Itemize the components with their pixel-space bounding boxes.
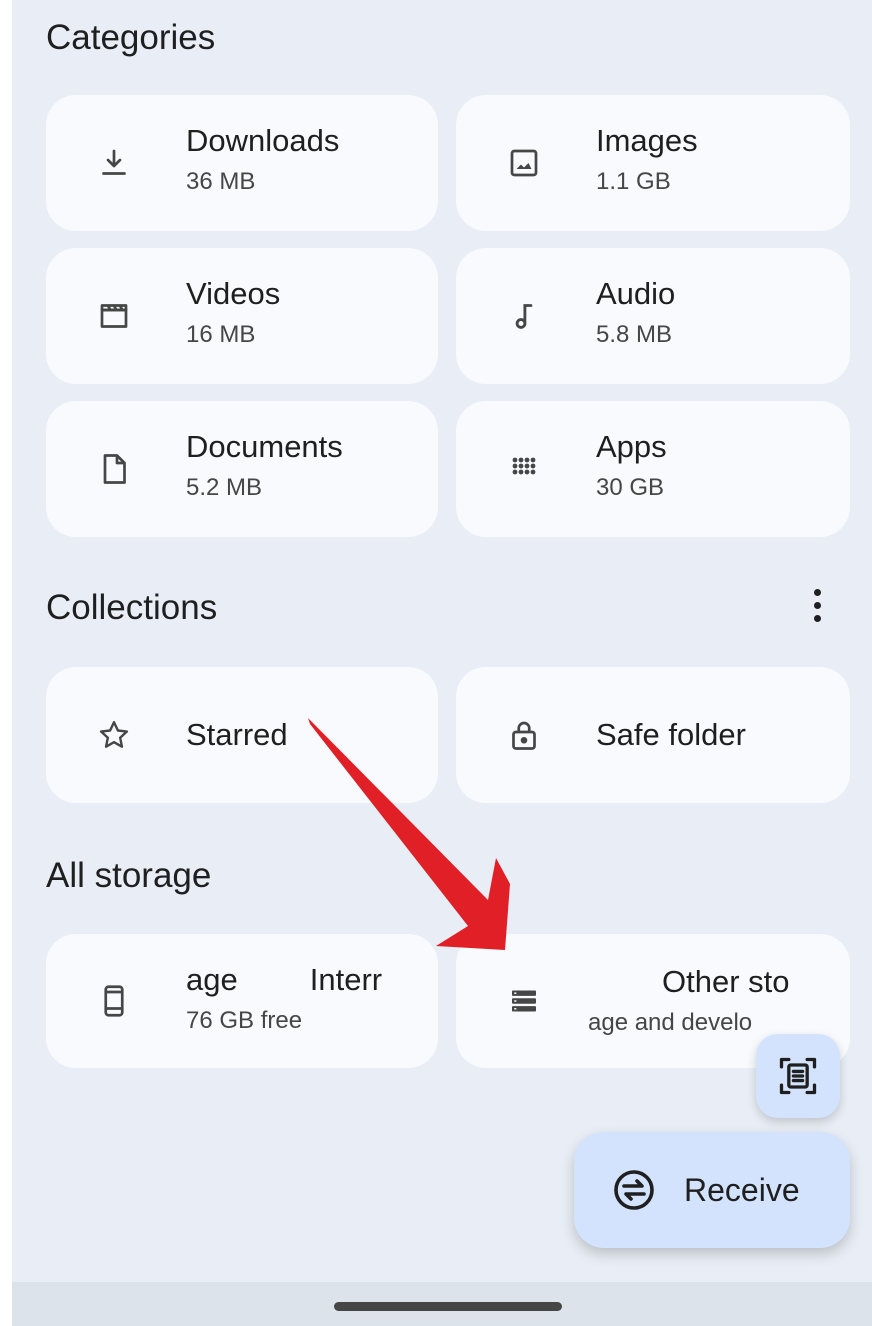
- category-label: Images: [596, 123, 698, 158]
- storage-label: age Interr: [186, 962, 426, 998]
- storage-sub: age and develo: [588, 1009, 753, 1036]
- storage-list-icon: [504, 981, 544, 1021]
- dot: [813, 588, 821, 596]
- collection-starred[interactable]: Starred: [46, 667, 438, 803]
- category-apps[interactable]: Apps 30 GB: [456, 401, 850, 537]
- home-gesture-handle[interactable]: [334, 1302, 562, 1311]
- categories-title: Categories: [46, 18, 216, 57]
- category-label: Videos: [186, 276, 281, 311]
- phone-icon: [94, 981, 134, 1021]
- all-storage-title: All storage: [46, 856, 212, 895]
- storage-label-part: Interr: [309, 962, 383, 997]
- category-videos[interactable]: Videos 16 MB: [46, 248, 438, 384]
- dot: [813, 614, 821, 622]
- download-icon: [94, 143, 134, 183]
- storage-label: Other sto: [662, 964, 790, 999]
- lock-icon: [504, 715, 544, 755]
- star-icon: [94, 715, 134, 755]
- category-size: 36 MB: [186, 168, 256, 195]
- scan-document-button[interactable]: [756, 1034, 840, 1118]
- dot: [813, 601, 821, 609]
- apps-grid-icon: [504, 449, 544, 489]
- music-note-icon: [504, 296, 544, 336]
- storage-free: 76 GB free: [186, 1007, 303, 1034]
- document-scan-icon: [776, 1054, 820, 1098]
- video-icon: [94, 296, 134, 336]
- category-size: 5.2 MB: [186, 474, 263, 501]
- storage-label-part: age: [186, 962, 238, 997]
- more-options-button[interactable]: [802, 580, 832, 630]
- swap-circle-icon: [610, 1166, 658, 1214]
- category-audio[interactable]: Audio 5.8 MB: [456, 248, 850, 384]
- category-size: 30 GB: [596, 474, 665, 501]
- category-documents[interactable]: Documents 5.2 MB: [46, 401, 438, 537]
- collection-label: Starred: [186, 717, 288, 752]
- category-size: 16 MB: [186, 321, 256, 348]
- category-size: 1.1 GB: [596, 168, 671, 195]
- category-label: Downloads: [186, 123, 340, 158]
- collection-safe-folder[interactable]: Safe folder: [456, 667, 850, 803]
- category-label: Apps: [596, 429, 667, 464]
- category-label: Documents: [186, 429, 343, 464]
- category-label: Audio: [596, 276, 676, 311]
- receive-label: Receive: [684, 1171, 800, 1208]
- image-icon: [504, 143, 544, 183]
- category-downloads[interactable]: Downloads 36 MB: [46, 95, 438, 231]
- category-images[interactable]: Images 1.1 GB: [456, 95, 850, 231]
- navigation-bar: [12, 1282, 872, 1326]
- document-icon: [94, 449, 134, 489]
- category-size: 5.8 MB: [596, 321, 673, 348]
- files-app-screen: Categories Downloads 36 MB Images 1.1 GB…: [12, 0, 872, 1326]
- collection-label: Safe folder: [596, 717, 746, 752]
- storage-internal[interactable]: age Interr 76 GB free: [46, 934, 438, 1068]
- receive-button[interactable]: Receive: [574, 1132, 850, 1248]
- fade-overlay: [408, 934, 438, 1068]
- collections-title: Collections: [46, 588, 218, 627]
